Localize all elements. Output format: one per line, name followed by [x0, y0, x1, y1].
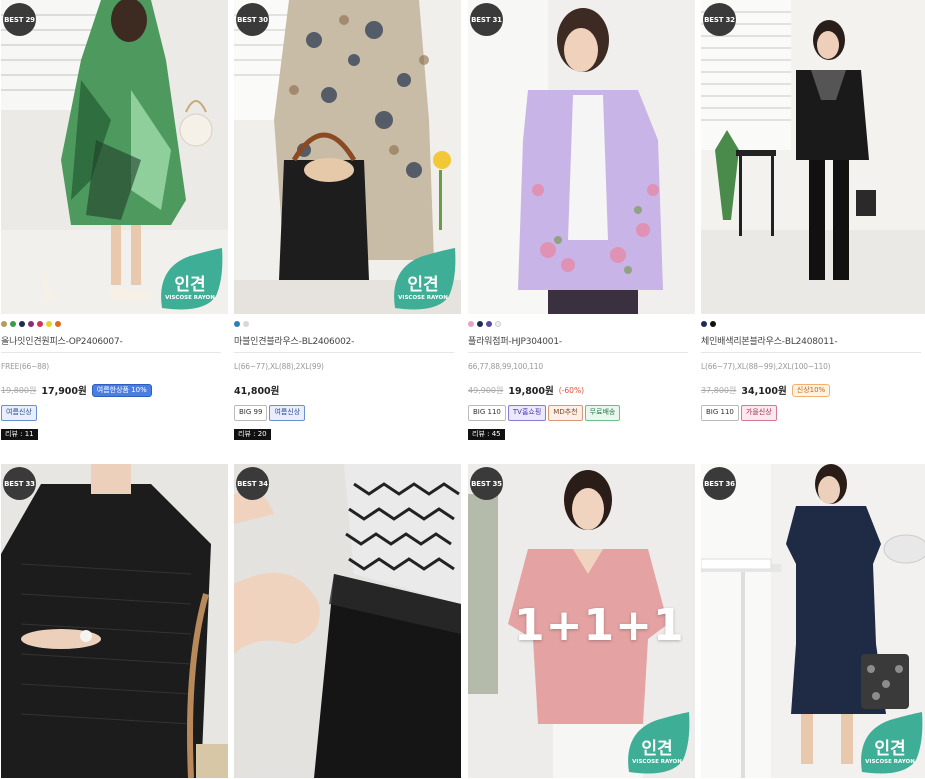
size-info: 66,77,88,99,100,110	[468, 362, 543, 371]
product-card[interactable]: BEST 33	[1, 464, 228, 778]
tag-big-size: BIG 110	[701, 405, 739, 421]
price-row: 19,800원 17,900원 여름한상품 10%	[1, 382, 228, 398]
tag-list: BIG 110 가을신상	[701, 405, 925, 421]
color-swatch[interactable]	[10, 321, 16, 327]
divider	[701, 352, 921, 353]
color-swatch[interactable]	[495, 321, 501, 327]
product-grid: BEST 29 인견 VISCOSE RAYON 올나잇인견원피스-OP2406…	[0, 0, 925, 779]
tag-big-size: BIG 110	[468, 405, 506, 421]
product-card[interactable]: BEST 30 인견 VISCOSE RAYON 마블인견블라우스-BL2406…	[234, 0, 461, 440]
color-swatch[interactable]	[477, 321, 483, 327]
tag-list: BIG 110 TV홈쇼핑 MD추천 무료배송	[468, 405, 695, 421]
color-swatch[interactable]	[710, 321, 716, 327]
divider	[234, 352, 454, 353]
price-row: 49,900원 19,800원 (-60%)	[468, 382, 695, 398]
sale-price: 19,800원	[508, 386, 554, 397]
viscose-rayon-badge: 인견 VISCOSE RAYON	[389, 248, 457, 312]
color-swatch[interactable]	[243, 321, 249, 327]
review-count[interactable]: 리뷰 : 45	[468, 429, 505, 440]
product-image[interactable]: BEST 30 인견 VISCOSE RAYON	[234, 0, 461, 314]
tag-tv-homeshopping: TV홈쇼핑	[507, 405, 547, 421]
original-price: 19,800원	[1, 385, 37, 395]
product-image[interactable]: BEST 32	[701, 0, 925, 314]
color-swatch[interactable]	[1, 321, 7, 327]
sale-price: 41,800원	[234, 386, 280, 397]
color-swatches	[468, 321, 695, 327]
tag-summer-new: 여름신상	[269, 405, 306, 421]
product-image[interactable]: BEST 35 1+1+1 인견 VISCOSE RAYON	[468, 464, 695, 778]
review-count[interactable]: 리뷰 : 20	[234, 429, 271, 440]
viscose-rayon-badge: 인견 VISCOSE RAYON	[623, 712, 691, 776]
product-card[interactable]: BEST 35 1+1+1 인견 VISCOSE RAYON	[468, 464, 695, 778]
color-swatch[interactable]	[37, 321, 43, 327]
color-swatches	[1, 321, 228, 327]
product-image[interactable]: BEST 36 인견 VISCOSE RAYON	[701, 464, 925, 778]
color-swatches	[701, 321, 925, 327]
sale-price: 17,900원	[41, 386, 87, 397]
tag-fall-new: 가을신상	[740, 405, 777, 421]
discount-rate: (-60%)	[558, 385, 584, 395]
tag-summer-new: 여름신상	[1, 405, 37, 421]
product-image[interactable]: BEST 31	[468, 0, 695, 314]
best-rank-badge: BEST 32	[703, 3, 736, 36]
product-image[interactable]: BEST 33	[1, 464, 228, 778]
color-swatches	[234, 321, 461, 327]
product-image[interactable]: BEST 29 인견 VISCOSE RAYON	[1, 0, 228, 314]
promo-badge: 신상10%	[791, 383, 831, 397]
color-swatch[interactable]	[468, 321, 474, 327]
color-swatch[interactable]	[701, 321, 707, 327]
price-row: 41,800원	[234, 382, 461, 398]
product-card[interactable]: BEST 36 인견 VISCOSE RAYON	[701, 464, 925, 778]
color-swatch[interactable]	[234, 321, 240, 327]
product-name-link[interactable]: 마블인견블라우스-BL2406002-	[234, 334, 461, 347]
product-name-link[interactable]: 플라워점퍼-HJP304001-	[468, 334, 695, 347]
viscose-rayon-badge: 인견 VISCOSE RAYON	[156, 248, 224, 312]
color-swatch[interactable]	[28, 321, 34, 327]
original-price: 49,900원	[468, 385, 504, 395]
tag-list: BIG 99 여름신상	[234, 405, 461, 421]
review-count[interactable]: 리뷰 : 11	[1, 429, 38, 440]
product-name-link[interactable]: 올나잇인견원피스-OP2406007-	[1, 334, 228, 347]
tag-big-size: BIG 99	[234, 405, 268, 421]
color-swatch[interactable]	[19, 321, 25, 327]
best-rank-badge: BEST 29	[3, 3, 36, 36]
color-swatch[interactable]	[486, 321, 492, 327]
viscose-rayon-badge: 인견 VISCOSE RAYON	[856, 712, 924, 776]
best-rank-badge: BEST 36	[703, 467, 736, 500]
tag-list: 여름신상	[1, 405, 228, 421]
product-image[interactable]: BEST 34	[234, 464, 461, 778]
product-card[interactable]: BEST 29 인견 VISCOSE RAYON 올나잇인견원피스-OP2406…	[1, 0, 228, 440]
product-name-link[interactable]: 체인배색리본블라우스-BL2408011-	[701, 334, 925, 347]
size-info: FREE(66~88)	[1, 362, 50, 371]
promo-badge: 여름한상품 10%	[91, 383, 152, 397]
divider	[468, 352, 688, 353]
product-card[interactable]: BEST 31 플라워점퍼-HJP304001- 66,77,88,99,100…	[468, 0, 695, 440]
original-price: 37,800원	[701, 385, 737, 395]
color-swatch[interactable]	[55, 321, 61, 327]
price-row: 37,800원 34,100원 신상10%	[701, 382, 925, 398]
best-rank-badge: BEST 30	[236, 3, 269, 36]
size-info: L(66~77),XL(88),2XL(99)	[234, 362, 324, 371]
best-rank-badge: BEST 35	[470, 467, 503, 500]
tag-md-pick: MD추천	[548, 405, 583, 421]
color-swatch[interactable]	[46, 321, 52, 327]
best-rank-badge: BEST 33	[3, 467, 36, 500]
best-rank-badge: BEST 31	[470, 3, 503, 36]
product-card[interactable]: BEST 32 체인배색리본블라우스-BL2408011- L(66~77),X…	[701, 0, 925, 421]
sale-price: 34,100원	[741, 386, 787, 397]
product-card[interactable]: BEST 34	[234, 464, 461, 778]
divider	[1, 352, 221, 353]
tag-free-shipping: 무료배송	[584, 405, 621, 421]
size-info: L(66~77),XL(88~99),2XL(100~110)	[701, 362, 831, 371]
bundle-promo-text: 1+1+1	[514, 600, 685, 651]
best-rank-badge: BEST 34	[236, 467, 269, 500]
